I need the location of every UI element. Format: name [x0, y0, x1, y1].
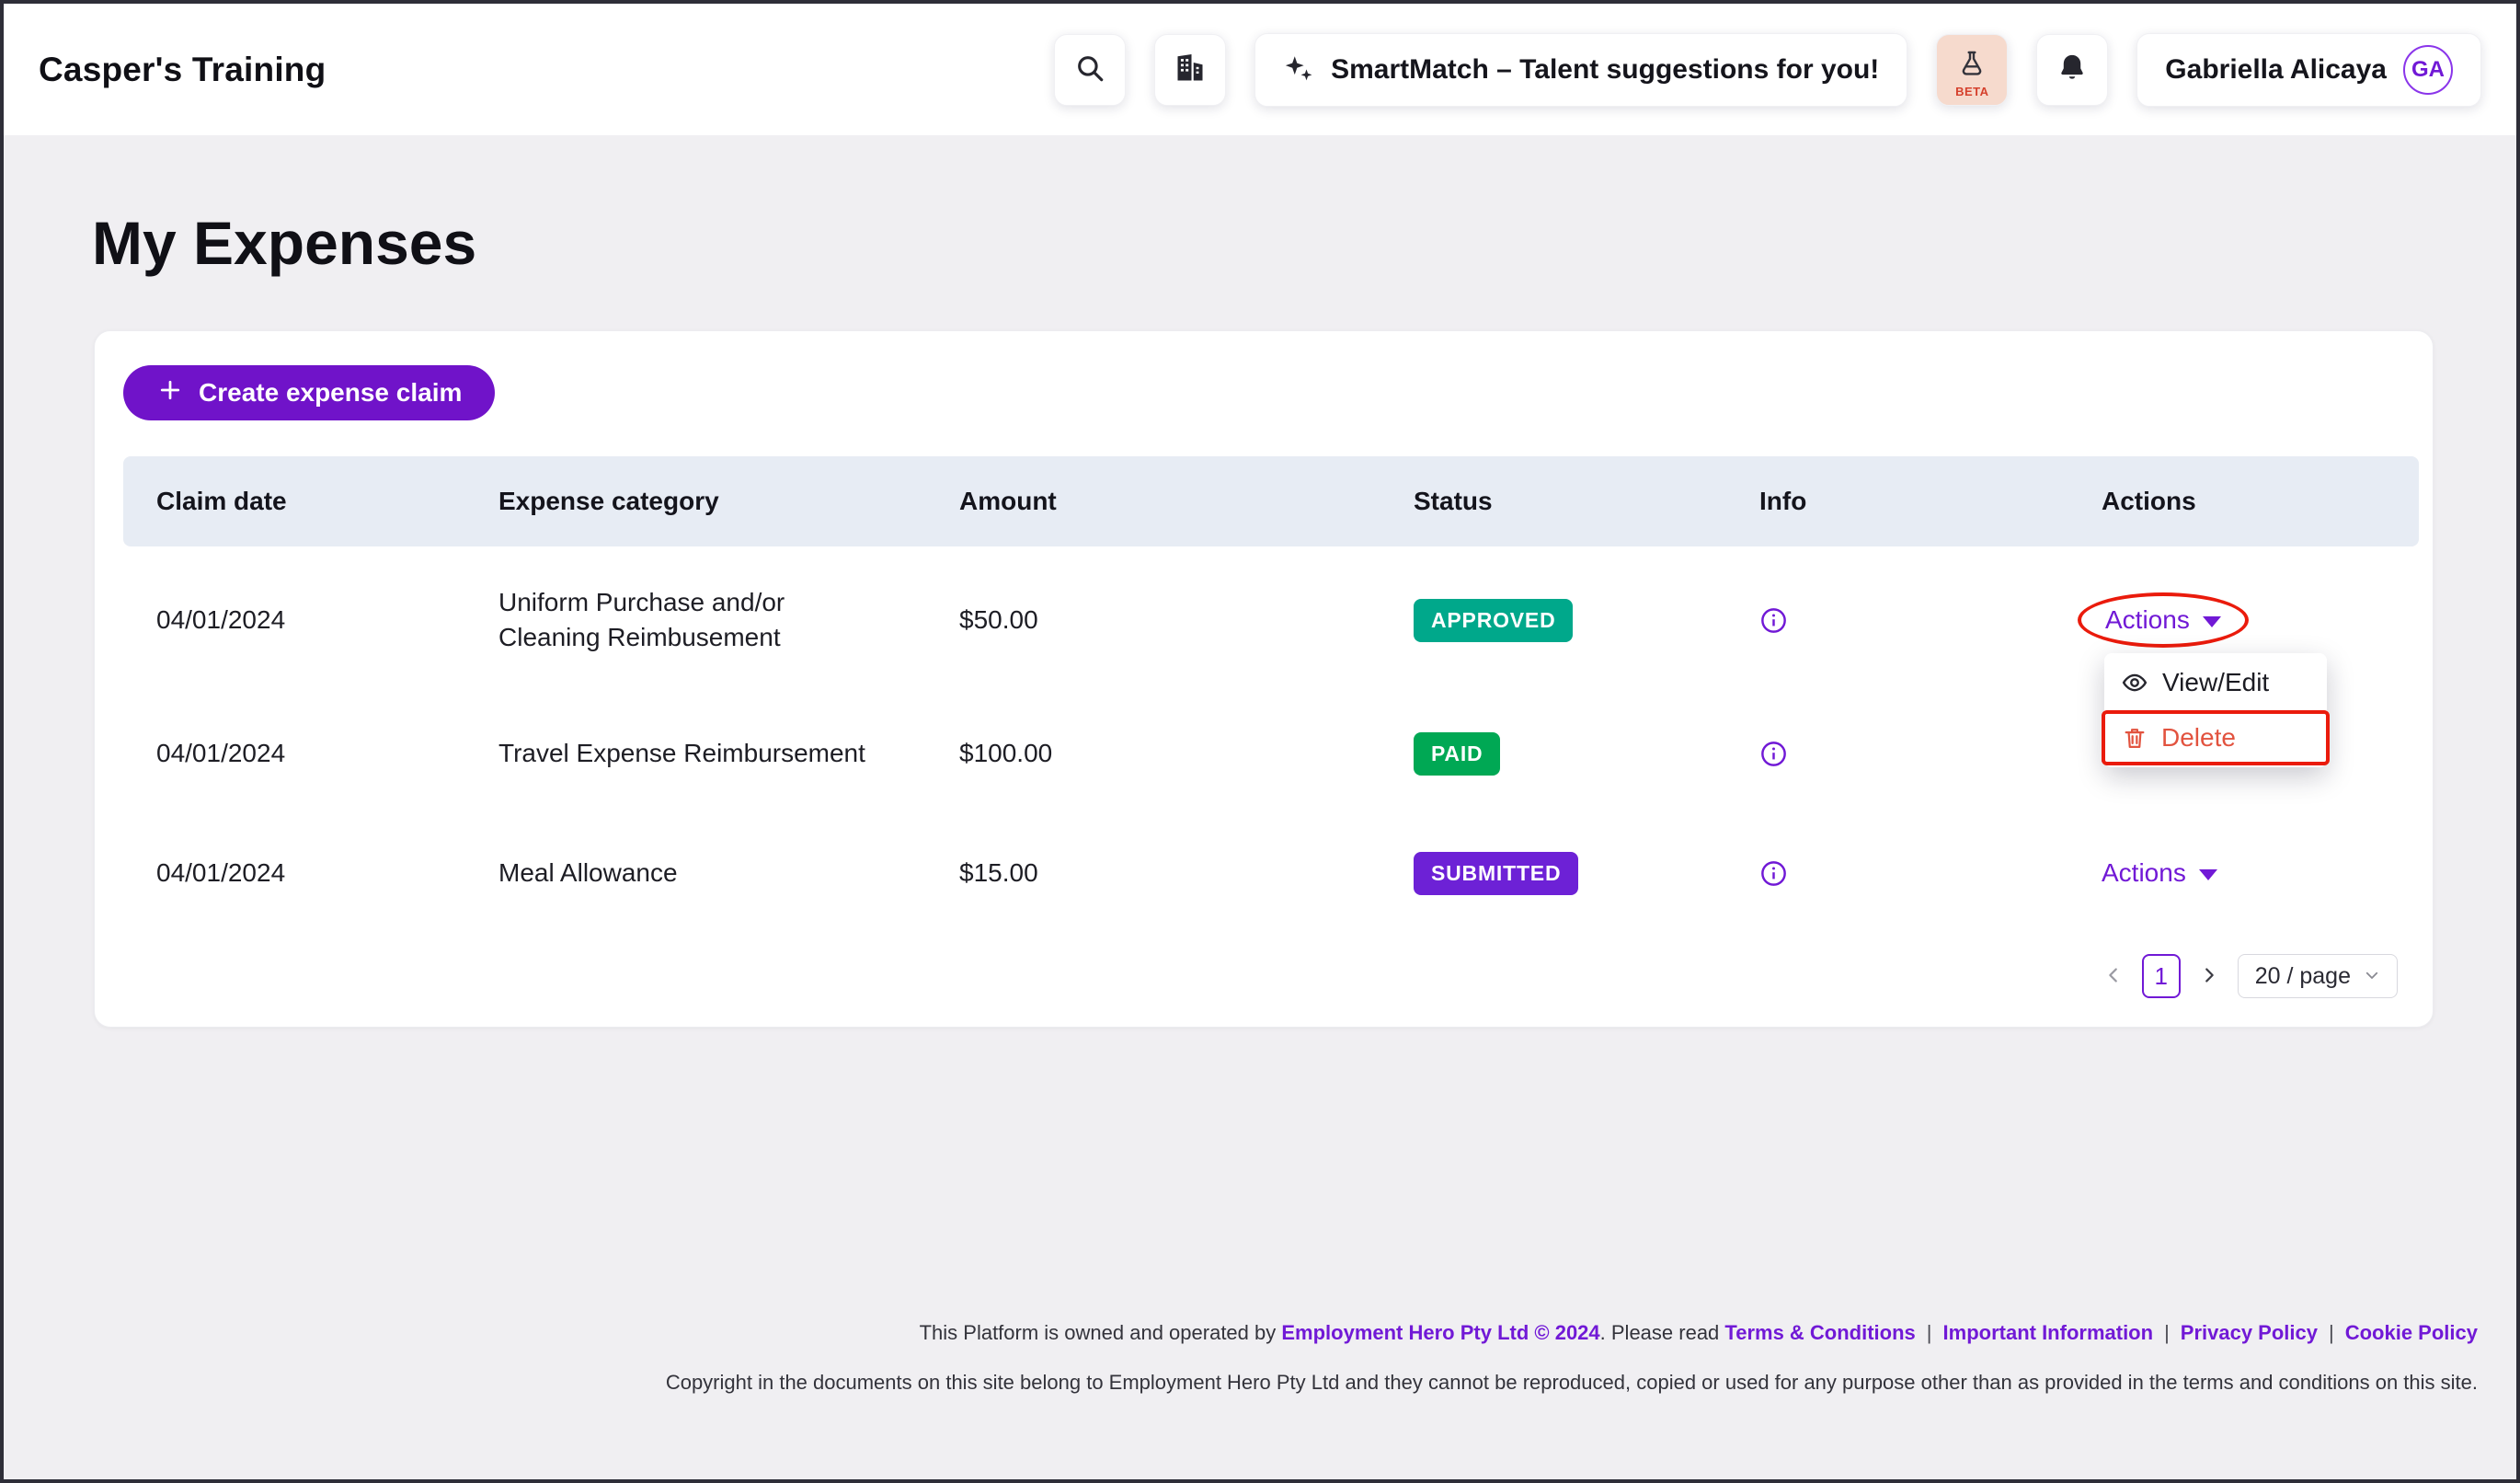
- info-icon[interactable]: [1759, 606, 1788, 635]
- page-size-value: 20 / page: [2255, 963, 2351, 990]
- top-bar: Casper's Training SmartMatch – T: [4, 4, 2516, 135]
- chevron-down-icon: [2203, 616, 2221, 627]
- page-title: My Expenses: [92, 208, 476, 278]
- actions-dropdown-trigger[interactable]: Actions: [2105, 605, 2221, 635]
- organisation-button[interactable]: [1154, 34, 1226, 106]
- smartmatch-label: SmartMatch – Talent suggestions for you!: [1331, 54, 1879, 86]
- column-info: Info: [1726, 487, 2068, 516]
- claim-date-cell: 04/01/2024: [123, 739, 465, 768]
- table-row: 04/01/2024 Meal Allowance $15.00 SUBMITT…: [123, 813, 2419, 933]
- status-badge: PAID: [1414, 732, 1500, 776]
- status-badge: SUBMITTED: [1414, 852, 1578, 895]
- header-actions: SmartMatch – Talent suggestions for you!…: [1054, 33, 2481, 107]
- column-expense-category: Expense category: [465, 487, 926, 516]
- amount-cell: $50.00: [926, 605, 1380, 635]
- chevron-right-icon: [2199, 965, 2219, 988]
- info-icon[interactable]: [1759, 859, 1788, 888]
- create-expense-claim-label: Create expense claim: [199, 378, 462, 408]
- trash-icon: [2122, 725, 2148, 751]
- expenses-card: Create expense claim Claim date Expense …: [94, 330, 2434, 1028]
- status-badge: APPROVED: [1414, 599, 1573, 642]
- labs-button[interactable]: BETA: [1936, 34, 2008, 106]
- sparkles-icon: [1283, 52, 1314, 86]
- table-header-row: Claim date Expense category Amount Statu…: [123, 456, 2419, 546]
- claim-date-cell: 04/01/2024: [123, 605, 465, 635]
- footer-separator: |: [1927, 1321, 1932, 1344]
- link-terms-conditions[interactable]: Terms & Conditions: [1724, 1321, 1915, 1344]
- info-icon[interactable]: [1759, 740, 1788, 768]
- chevron-down-icon: [2199, 869, 2217, 880]
- footer-text: . Please read: [1600, 1321, 1725, 1344]
- building-icon: [1174, 52, 1207, 87]
- claim-date-cell: 04/01/2024: [123, 858, 465, 888]
- footer-separator: |: [2329, 1321, 2334, 1344]
- pagination-next-button[interactable]: [2199, 965, 2219, 988]
- footer: This Platform is owned and operated by E…: [666, 1321, 2478, 1395]
- pagination-page-button[interactable]: 1: [2142, 954, 2181, 998]
- footer-line-1: This Platform is owned and operated by E…: [666, 1321, 2478, 1345]
- bell-icon: [2056, 52, 2088, 86]
- menu-item-label: View/Edit: [2162, 668, 2269, 697]
- chevron-left-icon: [2103, 965, 2124, 988]
- amount-cell: $100.00: [926, 739, 1380, 768]
- search-icon: [1074, 52, 1105, 86]
- actions-dropdown-menu: View/Edit Delete: [2104, 653, 2327, 767]
- pagination: 1 20 / page: [2103, 954, 2398, 998]
- actions-label: Actions: [2102, 858, 2186, 888]
- actions-label: Actions: [2105, 605, 2190, 635]
- annotation-ellipse: Actions: [2078, 592, 2249, 648]
- actions-dropdown-trigger[interactable]: Actions: [2102, 858, 2217, 888]
- category-cell: Uniform Purchase and/or Cleaning Reimbus…: [465, 585, 926, 655]
- link-cookie-policy[interactable]: Cookie Policy: [2345, 1321, 2478, 1344]
- menu-item-label: Delete: [2161, 723, 2236, 753]
- user-name: Gabriella Alicaya: [2165, 54, 2387, 86]
- user-menu[interactable]: Gabriella Alicaya GA: [2136, 33, 2481, 107]
- category-cell: Meal Allowance: [465, 856, 926, 891]
- column-claim-date: Claim date: [123, 487, 465, 516]
- beta-badge: BETA: [1955, 85, 1988, 98]
- category-cell: Travel Expense Reimbursement: [465, 736, 926, 771]
- pagination-prev-button[interactable]: [2103, 965, 2124, 988]
- page-size-select[interactable]: 20 / page: [2238, 954, 2398, 998]
- app-title: Casper's Training: [39, 51, 326, 89]
- footer-separator: |: [2164, 1321, 2170, 1344]
- footer-line-2: Copyright in the documents on this site …: [666, 1371, 2478, 1395]
- column-status: Status: [1380, 487, 1726, 516]
- link-privacy-policy[interactable]: Privacy Policy: [2181, 1321, 2318, 1344]
- menu-item-delete[interactable]: Delete: [2102, 710, 2330, 765]
- amount-cell: $15.00: [926, 858, 1380, 888]
- table-row: 04/01/2024 Travel Expense Reimbursement …: [123, 694, 2419, 813]
- link-important-information[interactable]: Important Information: [1943, 1321, 2154, 1344]
- column-actions: Actions: [2068, 487, 2419, 516]
- menu-item-view-edit[interactable]: View/Edit: [2104, 655, 2327, 710]
- create-expense-claim-button[interactable]: Create expense claim: [123, 365, 495, 420]
- link-employment-hero[interactable]: Employment Hero Pty Ltd © 2024: [1281, 1321, 1599, 1344]
- smartmatch-banner[interactable]: SmartMatch – Talent suggestions for you!: [1254, 33, 1907, 107]
- plus-icon: [156, 376, 184, 410]
- footer-text: This Platform is owned and operated by: [920, 1321, 1282, 1344]
- column-amount: Amount: [926, 487, 1380, 516]
- table-row: 04/01/2024 Uniform Purchase and/or Clean…: [123, 546, 2419, 694]
- notifications-button[interactable]: [2036, 34, 2108, 106]
- avatar: GA: [2403, 45, 2453, 95]
- search-button[interactable]: [1054, 34, 1126, 106]
- expenses-table: Claim date Expense category Amount Statu…: [123, 456, 2419, 933]
- eye-icon: [2121, 669, 2148, 696]
- chevron-down-icon: [2364, 963, 2380, 990]
